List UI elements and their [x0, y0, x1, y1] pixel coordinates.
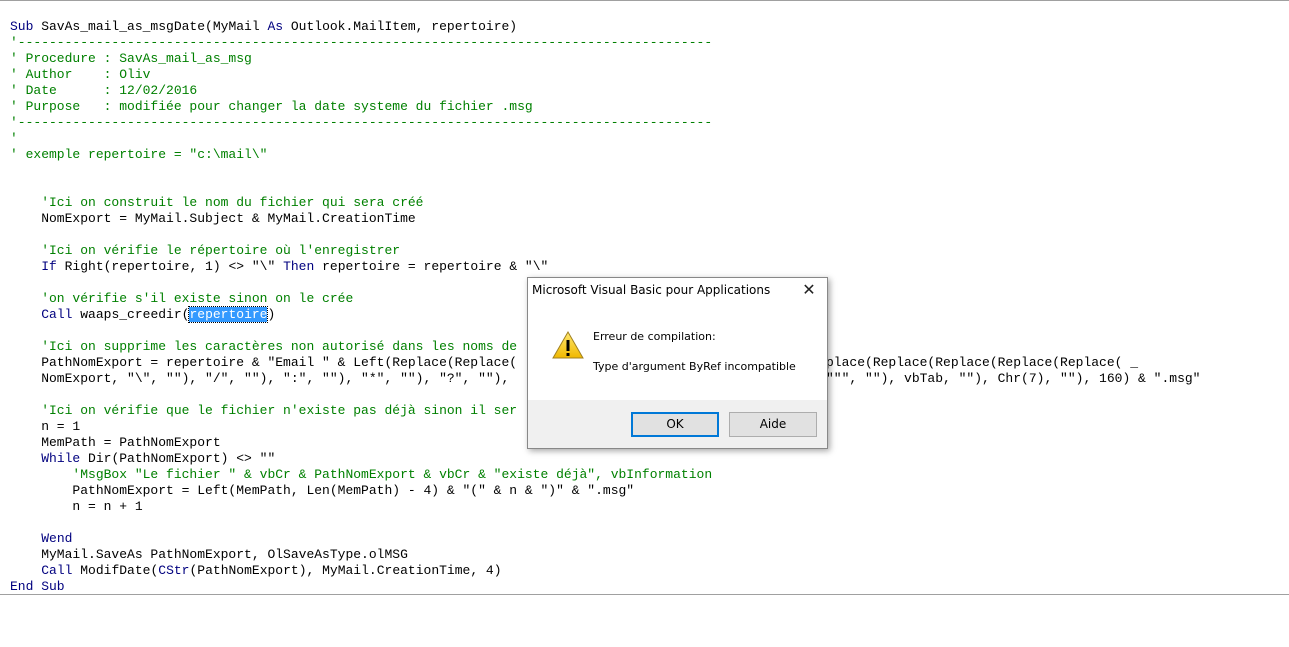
code-text: SavAs_mail_as_msgDate(MyMail	[33, 19, 268, 34]
warning-icon	[552, 331, 584, 359]
editor-top-border	[0, 0, 1289, 1]
code-text: ), """"", ""), vbTab, ""), Chr(7), ""), …	[787, 371, 1201, 386]
code-keyword: End Sub	[10, 579, 65, 594]
code-line[interactable]: ' Author : Oliv	[10, 67, 712, 83]
code-comment: ' Purpose : modifiée pour changer la dat…	[10, 99, 533, 114]
code-line[interactable]: Sub SavAs_mail_as_msgDate(MyMail As Outl…	[10, 19, 712, 35]
code-line[interactable]: 'Ici on vérifie le répertoire où l'enreg…	[10, 243, 712, 259]
code-line[interactable]: NomExport = MyMail.Subject & MyMail.Crea…	[10, 211, 712, 227]
compile-error-dialog: Microsoft Visual Basic pour Applications…	[527, 277, 828, 449]
code-text: PathNomExport = repertoire & "Email " & …	[10, 355, 518, 370]
dialog-title: Microsoft Visual Basic pour Applications	[532, 283, 771, 297]
code-keyword: Call	[41, 307, 73, 322]
code-line[interactable]: Wend	[10, 531, 712, 547]
help-button[interactable]: Aide	[729, 412, 817, 437]
code-comment: 'on vérifie s'il existe sinon on le crée	[10, 291, 354, 306]
code-line[interactable]: End Sub	[10, 579, 712, 595]
code-comment: 'Ici on vérifie que le fichier n'existe …	[10, 403, 518, 418]
code-line[interactable]	[10, 163, 712, 179]
code-comment: 'Ici on construit le nom du fichier qui …	[10, 195, 424, 210]
code-keyword: While	[41, 451, 81, 466]
code-comment: '---------------------------------------…	[10, 35, 713, 50]
code-comment: 'Ici on vérifie le répertoire où l'enreg…	[10, 243, 401, 258]
code-text: )	[267, 307, 276, 322]
code-keyword: CStr	[158, 563, 190, 578]
code-keyword: Call	[41, 563, 73, 578]
code-text: n = n + 1	[10, 499, 143, 514]
code-text: ModifDate(	[72, 563, 159, 578]
code-line[interactable]: ' Date : 12/02/2016	[10, 83, 712, 99]
error-heading: Erreur de compilation:	[593, 330, 716, 343]
code-comment: ' Author : Oliv	[10, 67, 151, 82]
code-comment: '---------------------------------------…	[10, 115, 713, 130]
code-comment: ' exemple repertoire = "c:\mail\"	[10, 147, 268, 162]
code-text: n = 1	[10, 419, 81, 434]
selected-text: repertoire	[188, 306, 269, 323]
code-keyword: Then	[283, 259, 315, 274]
code-text: ce(Replace(Replace(Replace(Replace(Repla…	[787, 355, 1139, 370]
code-text: Right(repertoire, 1) <> "\"	[56, 259, 284, 274]
code-text: MemPath = PathNomExport	[10, 435, 221, 450]
code-text: PathNomExport = Left(MemPath, Len(MemPat…	[10, 483, 635, 498]
dialog-button-bar: OK Aide	[528, 400, 827, 448]
code-comment: '	[10, 131, 18, 146]
code-keyword: As	[267, 19, 284, 34]
code-text: Dir(PathNomExport) <> ""	[80, 451, 276, 466]
code-comment: 'MsgBox "Le fichier " & vbCr & PathNomEx…	[10, 467, 713, 482]
code-comment: 'Ici on supprime les caractères non auto…	[10, 339, 518, 354]
code-line[interactable]: 'MsgBox "Le fichier " & vbCr & PathNomEx…	[10, 467, 712, 483]
code-line[interactable]	[10, 515, 712, 531]
close-icon[interactable]: ✕	[797, 279, 821, 301]
code-line[interactable]: While Dir(PathNomExport) <> ""	[10, 451, 712, 467]
code-line[interactable]	[10, 179, 712, 195]
code-line[interactable]: ' Procedure : SavAs_mail_as_msg	[10, 51, 712, 67]
code-text: Outlook.MailItem, repertoire)	[283, 19, 518, 34]
code-line[interactable]: '---------------------------------------…	[10, 115, 712, 131]
code-text: repertoire = repertoire & "\"	[314, 259, 549, 274]
error-message: Type d'argument ByRef incompatible	[593, 360, 796, 373]
code-line[interactable]	[10, 227, 712, 243]
code-line[interactable]: 'Ici on construit le nom du fichier qui …	[10, 195, 712, 211]
code-keyword: If	[41, 259, 57, 274]
code-text: waaps_creedir(	[72, 307, 190, 322]
code-keyword: Wend	[41, 531, 73, 546]
code-text: (PathNomExport), MyMail.CreationTime, 4)	[189, 563, 502, 578]
code-text: MyMail.SaveAs PathNomExport, OlSaveAsTyp…	[10, 547, 408, 562]
code-comment: ' Date : 12/02/2016	[10, 83, 198, 98]
ok-button[interactable]: OK	[631, 412, 719, 437]
code-line[interactable]: If Right(repertoire, 1) <> "\" Then repe…	[10, 259, 712, 275]
procedure-separator	[0, 594, 1289, 595]
code-line[interactable]: n = n + 1	[10, 499, 712, 515]
code-comment: ' Procedure : SavAs_mail_as_msg	[10, 51, 252, 66]
code-line[interactable]: '---------------------------------------…	[10, 35, 712, 51]
code-line[interactable]: PathNomExport = Left(MemPath, Len(MemPat…	[10, 483, 712, 499]
code-line[interactable]: '	[10, 131, 712, 147]
code-line[interactable]: MyMail.SaveAs PathNomExport, OlSaveAsTyp…	[10, 547, 712, 563]
code-keyword: Sub	[10, 19, 34, 34]
code-line[interactable]: ' Purpose : modifiée pour changer la dat…	[10, 99, 712, 115]
code-line[interactable]: Call ModifDate(CStr(PathNomExport), MyMa…	[10, 563, 712, 579]
code-text: NomExport = MyMail.Subject & MyMail.Crea…	[10, 211, 416, 226]
code-line[interactable]: ' exemple repertoire = "c:\mail\"	[10, 147, 712, 163]
code-text: NomExport, "\", ""), "/", ""), ":", ""),…	[10, 371, 510, 386]
